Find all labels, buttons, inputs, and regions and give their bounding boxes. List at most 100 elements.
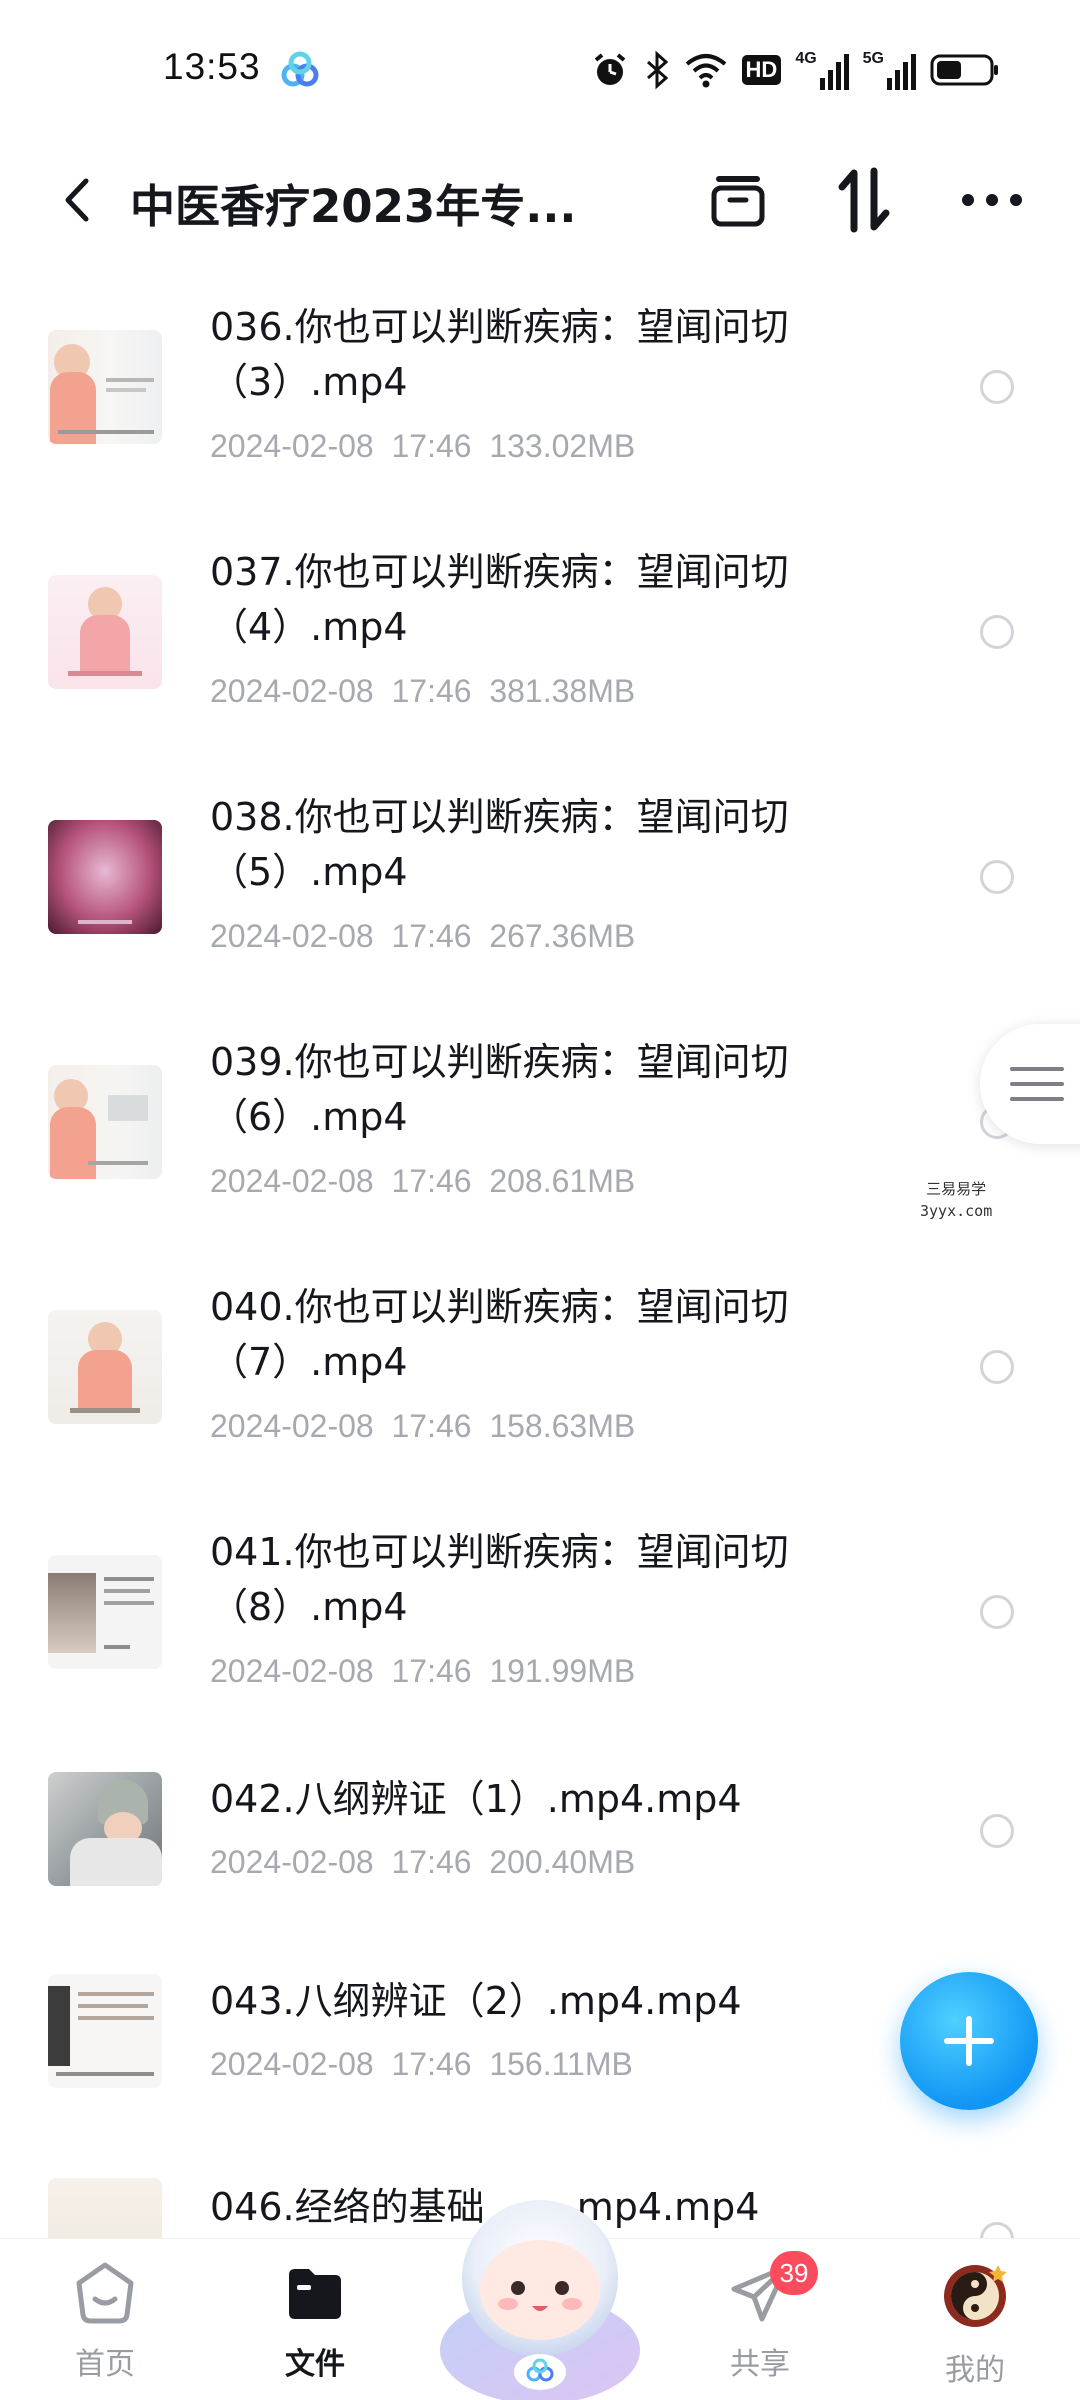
file-meta: 2024-02-08 17:46 133.02MB	[210, 428, 635, 465]
signal-5g-icon: 5G	[863, 50, 916, 90]
file-meta: 2024-02-08 17:46 156.11MB	[210, 2046, 633, 2083]
cloud-app-icon	[280, 50, 320, 90]
file-size: 381.38MB	[489, 673, 636, 709]
network-4g-label: 4G	[795, 50, 817, 67]
nav-home-label: 首页	[75, 2347, 135, 2382]
file-row[interactable]: 037.你也可以判断疾病：望闻问切（4）.mp4 2024-02-08 17:4…	[0, 505, 1080, 750]
video-thumbnail	[48, 575, 162, 689]
file-time: 17:46	[391, 1653, 472, 1689]
select-radio[interactable]	[980, 860, 1014, 894]
avatar	[944, 2265, 1007, 2327]
status-icons: HD 4G 5G	[590, 48, 1000, 92]
video-thumbnail	[48, 1310, 162, 1424]
status-bar: 13:53 HD 4G 5G	[0, 0, 1080, 140]
plus-icon	[944, 2016, 994, 2066]
watermark-line1: 三易易学	[926, 1180, 987, 1198]
select-radio[interactable]	[980, 1350, 1014, 1384]
bluetooth-icon	[644, 50, 670, 90]
file-date: 2024-02-08	[210, 1408, 374, 1444]
status-time: 13:53	[163, 46, 261, 87]
file-meta: 2024-02-08 17:46 267.36MB	[210, 918, 635, 955]
battery-icon	[930, 52, 1000, 88]
nav-files[interactable]: 文件	[245, 2261, 385, 2391]
file-name: 040.你也可以判断疾病：望闻问切（7）.mp4	[210, 1285, 789, 1384]
nav-share[interactable]: 39 共享	[690, 2251, 830, 2391]
file-time: 17:46	[391, 2046, 472, 2082]
file-size: 156.11MB	[489, 2046, 633, 2082]
file-meta: 2024-02-08 17:46 158.63MB	[210, 1408, 635, 1445]
file-date: 2024-02-08	[210, 2046, 374, 2082]
hd-icon: HD	[741, 55, 782, 85]
header: 中医香疗2023年专...	[0, 140, 1080, 260]
video-thumbnail	[48, 1555, 162, 1669]
file-name: 042.八纲辨证（1）.mp4.mp4	[210, 1777, 742, 1821]
video-thumbnail	[48, 820, 162, 934]
file-name: 036.你也可以判断疾病：望闻问切（3）.mp4	[210, 305, 789, 404]
file-meta: 2024-02-08 17:46 200.40MB	[210, 1844, 635, 1881]
video-thumbnail	[48, 1065, 162, 1179]
signal-4g-icon: 4G	[795, 50, 849, 90]
nav-files-label: 文件	[285, 2347, 345, 2382]
sort-icon	[838, 167, 890, 233]
add-button[interactable]	[900, 1972, 1038, 2110]
file-row[interactable]: 036.你也可以判断疾病：望闻问切（3）.mp4 2024-02-08 17:4…	[0, 260, 1080, 505]
nav-share-label: 共享	[730, 2347, 790, 2382]
file-name: 038.你也可以判断疾病：望闻问切（5）.mp4	[210, 795, 789, 894]
file-date: 2024-02-08	[210, 1653, 374, 1689]
file-time: 17:46	[391, 1408, 472, 1444]
file-time: 17:46	[391, 428, 472, 464]
file-date: 2024-02-08	[210, 673, 374, 709]
assistant-mascot-icon	[440, 2200, 640, 2400]
more-icon	[962, 194, 1022, 206]
file-row[interactable]: 038.你也可以判断疾病：望闻问切（5）.mp4 2024-02-08 17:4…	[0, 750, 1080, 995]
file-size: 133.02MB	[489, 428, 636, 464]
file-name: 039.你也可以判断疾病：望闻问切（6）.mp4	[210, 1040, 789, 1139]
back-arrow-icon	[65, 178, 89, 222]
page-title: 中医香疗2023年专...	[130, 180, 577, 233]
folder-icon	[289, 2269, 341, 2319]
file-row[interactable]: 042.八纲辨证（1）.mp4.mp4 2024-02-08 17:46 200…	[0, 1730, 1080, 1930]
more-button[interactable]	[950, 158, 1034, 242]
share-badge: 39	[770, 2251, 818, 2295]
nav-profile-label: 我的	[945, 2353, 1005, 2388]
nav-home[interactable]: 首页	[35, 2261, 175, 2391]
network-5g-label: 5G	[862, 50, 884, 67]
file-row[interactable]: 039.你也可以判断疾病：望闻问切（6）.mp4 2024-02-08 17:4…	[0, 995, 1080, 1240]
alarm-icon	[590, 50, 630, 90]
watermark: 三易易学 3yyx.com	[920, 1178, 992, 1222]
sort-button[interactable]	[822, 158, 906, 242]
archive-button[interactable]	[696, 158, 780, 242]
wifi-icon	[684, 50, 728, 90]
archive-icon	[711, 176, 765, 227]
video-thumbnail	[48, 330, 162, 444]
select-radio[interactable]	[980, 1595, 1014, 1629]
select-radio[interactable]	[980, 370, 1014, 404]
file-name: 043.八纲辨证（2）.mp4.mp4	[210, 1979, 742, 2023]
file-date: 2024-02-08	[210, 1163, 374, 1199]
file-date: 2024-02-08	[210, 1844, 374, 1880]
file-time: 17:46	[391, 1844, 472, 1880]
file-name: 037.你也可以判断疾病：望闻问切（4）.mp4	[210, 550, 789, 649]
video-thumbnail	[48, 1772, 162, 1886]
file-size: 208.61MB	[489, 1163, 636, 1199]
file-time: 17:46	[391, 673, 472, 709]
select-radio[interactable]	[980, 1814, 1014, 1848]
watermark-line2: 3yyx.com	[920, 1202, 993, 1220]
nav-profile[interactable]: 我的	[905, 2261, 1045, 2391]
file-date: 2024-02-08	[210, 428, 374, 464]
file-size: 191.99MB	[489, 1653, 636, 1689]
file-name: 041.你也可以判断疾病：望闻问切（8）.mp4	[210, 1530, 789, 1629]
file-meta: 2024-02-08 17:46 191.99MB	[210, 1653, 635, 1690]
file-meta: 2024-02-08 17:46 208.61MB	[210, 1163, 635, 1200]
file-size: 158.63MB	[489, 1408, 636, 1444]
file-time: 17:46	[391, 1163, 472, 1199]
file-row[interactable]: 040.你也可以判断疾病：望闻问切（7）.mp4 2024-02-08 17:4…	[0, 1240, 1080, 1485]
select-radio[interactable]	[980, 615, 1014, 649]
video-thumbnail	[48, 2178, 162, 2240]
assistant-mascot-button[interactable]	[430, 2178, 650, 2400]
file-row[interactable]: 041.你也可以判断疾病：望闻问切（8）.mp4 2024-02-08 17:4…	[0, 1485, 1080, 1730]
file-time: 17:46	[391, 918, 472, 954]
file-meta: 2024-02-08 17:46 381.38MB	[210, 673, 635, 710]
home-icon	[76, 2262, 134, 2324]
back-button[interactable]	[48, 162, 108, 238]
